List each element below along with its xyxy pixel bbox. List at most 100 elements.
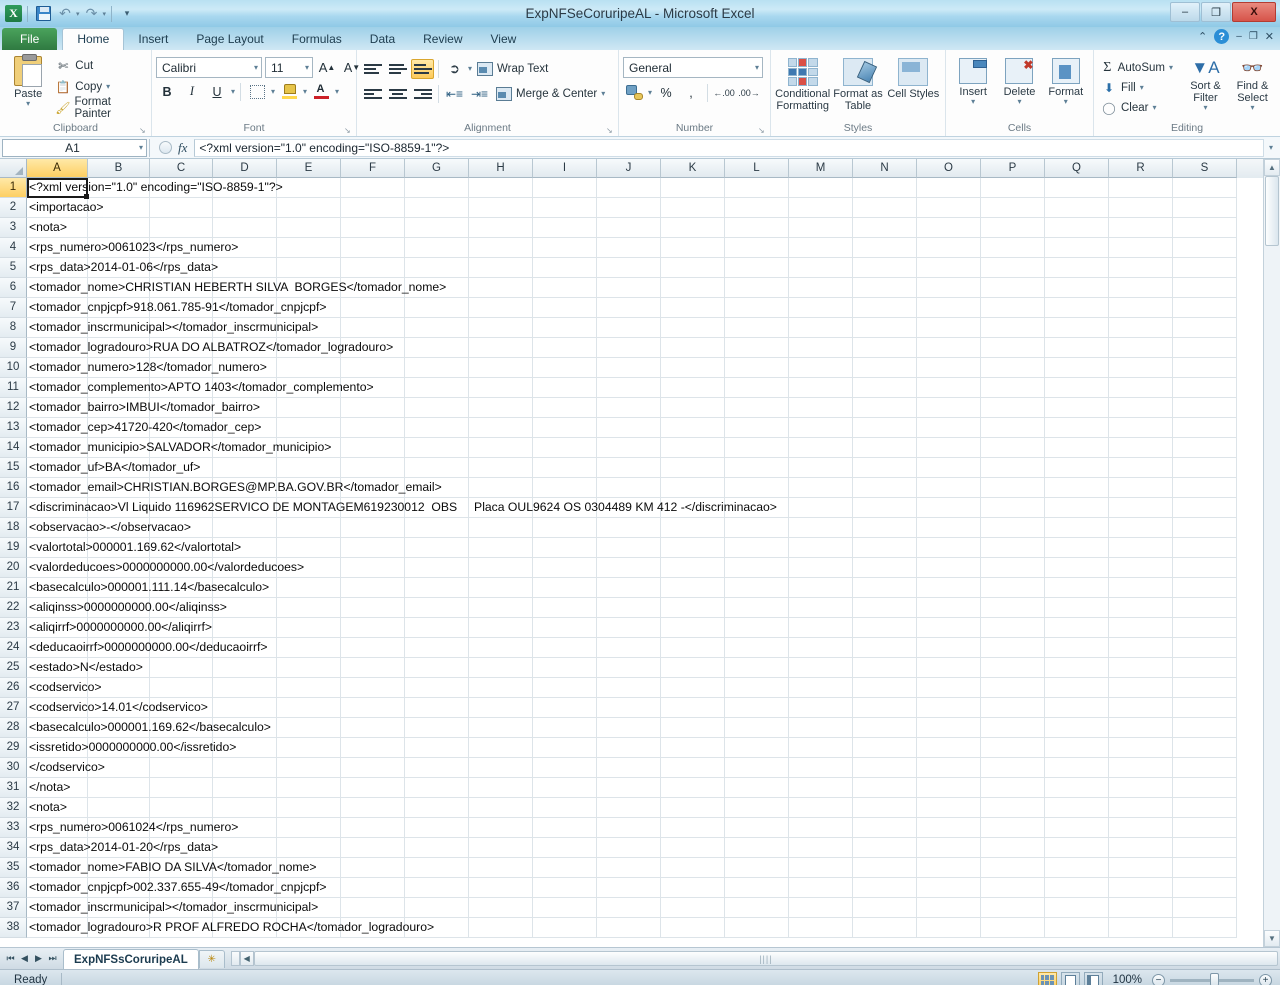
cell-P15[interactable] (981, 458, 1045, 478)
cell-O27[interactable] (917, 698, 981, 718)
cell-L20[interactable] (725, 558, 789, 578)
cell-Q19[interactable] (1045, 538, 1109, 558)
cell-O26[interactable] (917, 678, 981, 698)
cell-G34[interactable] (405, 838, 469, 858)
cell-E3[interactable] (277, 218, 341, 238)
cell-Q25[interactable] (1045, 658, 1109, 678)
cell-F21[interactable] (341, 578, 405, 598)
cell-Q12[interactable] (1045, 398, 1109, 418)
cell-O19[interactable] (917, 538, 981, 558)
cell-E15[interactable] (277, 458, 341, 478)
cell-O15[interactable] (917, 458, 981, 478)
cell-H12[interactable] (469, 398, 533, 418)
cell-I11[interactable] (533, 378, 597, 398)
cell-N5[interactable] (853, 258, 917, 278)
row-header-19[interactable]: 19 (0, 538, 27, 558)
cell-E12[interactable] (277, 398, 341, 418)
align-center-button[interactable] (386, 84, 409, 104)
cell-K36[interactable] (661, 878, 725, 898)
cell-R24[interactable] (1109, 638, 1173, 658)
cell-Q28[interactable] (1045, 718, 1109, 738)
delete-cells-button[interactable]: ✖ Delete ▾ (997, 56, 1041, 106)
row-header-5[interactable]: 5 (0, 258, 27, 278)
cell-G5[interactable] (405, 258, 469, 278)
cell-M36[interactable] (789, 878, 853, 898)
cell-R29[interactable] (1109, 738, 1173, 758)
cell-R6[interactable] (1109, 278, 1173, 298)
cell-H2[interactable] (469, 198, 533, 218)
cell-P20[interactable] (981, 558, 1045, 578)
cell-E1[interactable] (277, 178, 341, 198)
row-header-30[interactable]: 30 (0, 758, 27, 778)
cell-F10[interactable] (341, 358, 405, 378)
sort-filter-dropdown-icon[interactable]: ▾ (1203, 104, 1207, 112)
cell-M14[interactable] (789, 438, 853, 458)
cell-O5[interactable] (917, 258, 981, 278)
cell-D25[interactable] (213, 658, 277, 678)
cell-I21[interactable] (533, 578, 597, 598)
cell-O10[interactable] (917, 358, 981, 378)
column-header-j[interactable]: J (597, 159, 661, 178)
scroll-left-button[interactable]: ◀ (239, 951, 254, 966)
cell-O6[interactable] (917, 278, 981, 298)
last-sheet-button[interactable]: ⏭ (46, 953, 59, 964)
cell-L35[interactable] (725, 858, 789, 878)
cell-P6[interactable] (981, 278, 1045, 298)
cell-M9[interactable] (789, 338, 853, 358)
vertical-scrollbar[interactable]: ▲ ▼ (1263, 159, 1280, 947)
autosum-button[interactable]: Σ AutoSum ▾ (1098, 58, 1176, 77)
normal-view-button[interactable] (1037, 972, 1057, 985)
row-header-15[interactable]: 15 (0, 458, 27, 478)
cell-M2[interactable] (789, 198, 853, 218)
cell-P2[interactable] (981, 198, 1045, 218)
first-sheet-button[interactable]: ⏮ (4, 953, 17, 964)
cell-N22[interactable] (853, 598, 917, 618)
cell-L8[interactable] (725, 318, 789, 338)
cell-K32[interactable] (661, 798, 725, 818)
row-header-9[interactable]: 9 (0, 338, 27, 358)
sort-filter-button[interactable]: ▼A Sort & Filter ▾ (1182, 55, 1229, 112)
column-header-o[interactable]: O (917, 159, 981, 178)
zoom-in-button[interactable]: + (1259, 973, 1272, 985)
cell-H32[interactable] (469, 798, 533, 818)
column-header-b[interactable]: B (88, 159, 150, 178)
font-size-combo[interactable]: 11 ▾ (265, 57, 313, 78)
cell-R23[interactable] (1109, 618, 1173, 638)
cell-G10[interactable] (405, 358, 469, 378)
cell-E19[interactable] (277, 538, 341, 558)
cell-F37[interactable] (341, 898, 405, 918)
insert-dropdown-icon[interactable]: ▾ (971, 98, 975, 106)
cell-K27[interactable] (661, 698, 725, 718)
cell-N16[interactable] (853, 478, 917, 498)
cell-Q20[interactable] (1045, 558, 1109, 578)
cell-S8[interactable] (1173, 318, 1237, 338)
cell-J34[interactable] (597, 838, 661, 858)
cell-F12[interactable] (341, 398, 405, 418)
cell-L29[interactable] (725, 738, 789, 758)
cell-S7[interactable] (1173, 298, 1237, 318)
cell-M3[interactable] (789, 218, 853, 238)
row-header-37[interactable]: 37 (0, 898, 27, 918)
cell-S32[interactable] (1173, 798, 1237, 818)
cell-I33[interactable] (533, 818, 597, 838)
cell-Q35[interactable] (1045, 858, 1109, 878)
cell-G31[interactable] (405, 778, 469, 798)
merge-center-dropdown-icon[interactable]: ▾ (601, 90, 605, 98)
cell-R22[interactable] (1109, 598, 1173, 618)
cell-Q7[interactable] (1045, 298, 1109, 318)
cell-M29[interactable] (789, 738, 853, 758)
cell-Q34[interactable] (1045, 838, 1109, 858)
cell-I31[interactable] (533, 778, 597, 798)
cell-J35[interactable] (597, 858, 661, 878)
cell-P4[interactable] (981, 238, 1045, 258)
cell-R17[interactable] (1109, 498, 1173, 518)
cell-I15[interactable] (533, 458, 597, 478)
cell-Q6[interactable] (1045, 278, 1109, 298)
cell-L9[interactable] (725, 338, 789, 358)
cell-K26[interactable] (661, 678, 725, 698)
page-layout-view-button[interactable] (1060, 972, 1080, 985)
zoom-track[interactable] (1170, 972, 1254, 985)
cell-H37[interactable] (469, 898, 533, 918)
cell-P30[interactable] (981, 758, 1045, 778)
cell-K4[interactable] (661, 238, 725, 258)
